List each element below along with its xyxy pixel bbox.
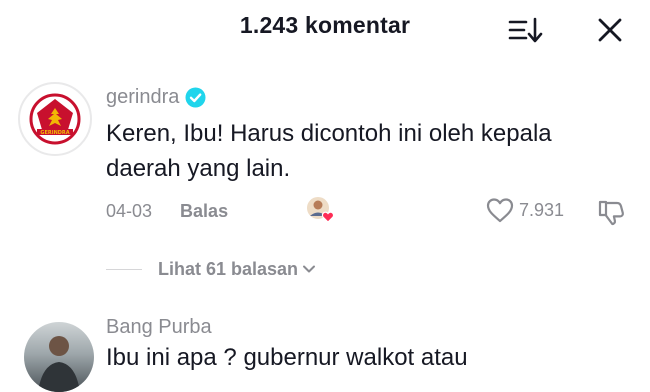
close-button[interactable] [594, 14, 626, 46]
comment-text: Ibu ini apa ? gubernur walkot atau [106, 344, 468, 371]
avatar[interactable] [24, 322, 94, 392]
comment-item: GERINDRA gerindra Keren, Ibu! Harus dico… [0, 74, 650, 234]
comment-author[interactable]: gerindra [106, 86, 179, 109]
person-photo-icon [38, 336, 80, 392]
sort-icon [508, 17, 543, 43]
avatar[interactable]: GERINDRA [18, 82, 92, 156]
chevron-down-icon [303, 265, 316, 273]
comment-meta: 04-03 Balas [106, 198, 228, 224]
comment-date: 04-03 [106, 200, 153, 221]
comment-item: Bang Purba Ibu ini apa ? gubernur walkot… [0, 312, 650, 392]
gerindra-logo-icon: GERINDRA [29, 93, 81, 145]
creator-liked-icon [305, 195, 335, 223]
verified-badge-icon [185, 87, 206, 107]
dislike-icon [598, 200, 624, 226]
author-row: gerindra [106, 84, 206, 110]
comments-header: 1.243 komentar [0, 0, 650, 56]
view-replies-label: Lihat 61 balasan [158, 258, 299, 279]
view-replies-button[interactable]: Lihat 61 balasan [106, 256, 316, 282]
close-icon [598, 18, 622, 42]
logo-text: GERINDRA [40, 130, 69, 136]
dislike-button[interactable] [596, 197, 626, 227]
comment-count-title: 1.243 komentar [239, 12, 411, 38]
reply-button[interactable]: Balas [180, 201, 228, 222]
comment-text: Keren, Ibu! Harus dicontoh ini oleh kepa… [106, 120, 552, 182]
like-count: 7.931 [519, 199, 565, 220]
creator-liked-badge [302, 194, 340, 226]
heart-outline-icon [486, 198, 514, 223]
replies-divider [106, 268, 142, 270]
comment-author[interactable]: Bang Purba [106, 316, 212, 339]
sort-button[interactable] [506, 14, 546, 46]
like-button[interactable]: 7.931 [485, 196, 564, 224]
